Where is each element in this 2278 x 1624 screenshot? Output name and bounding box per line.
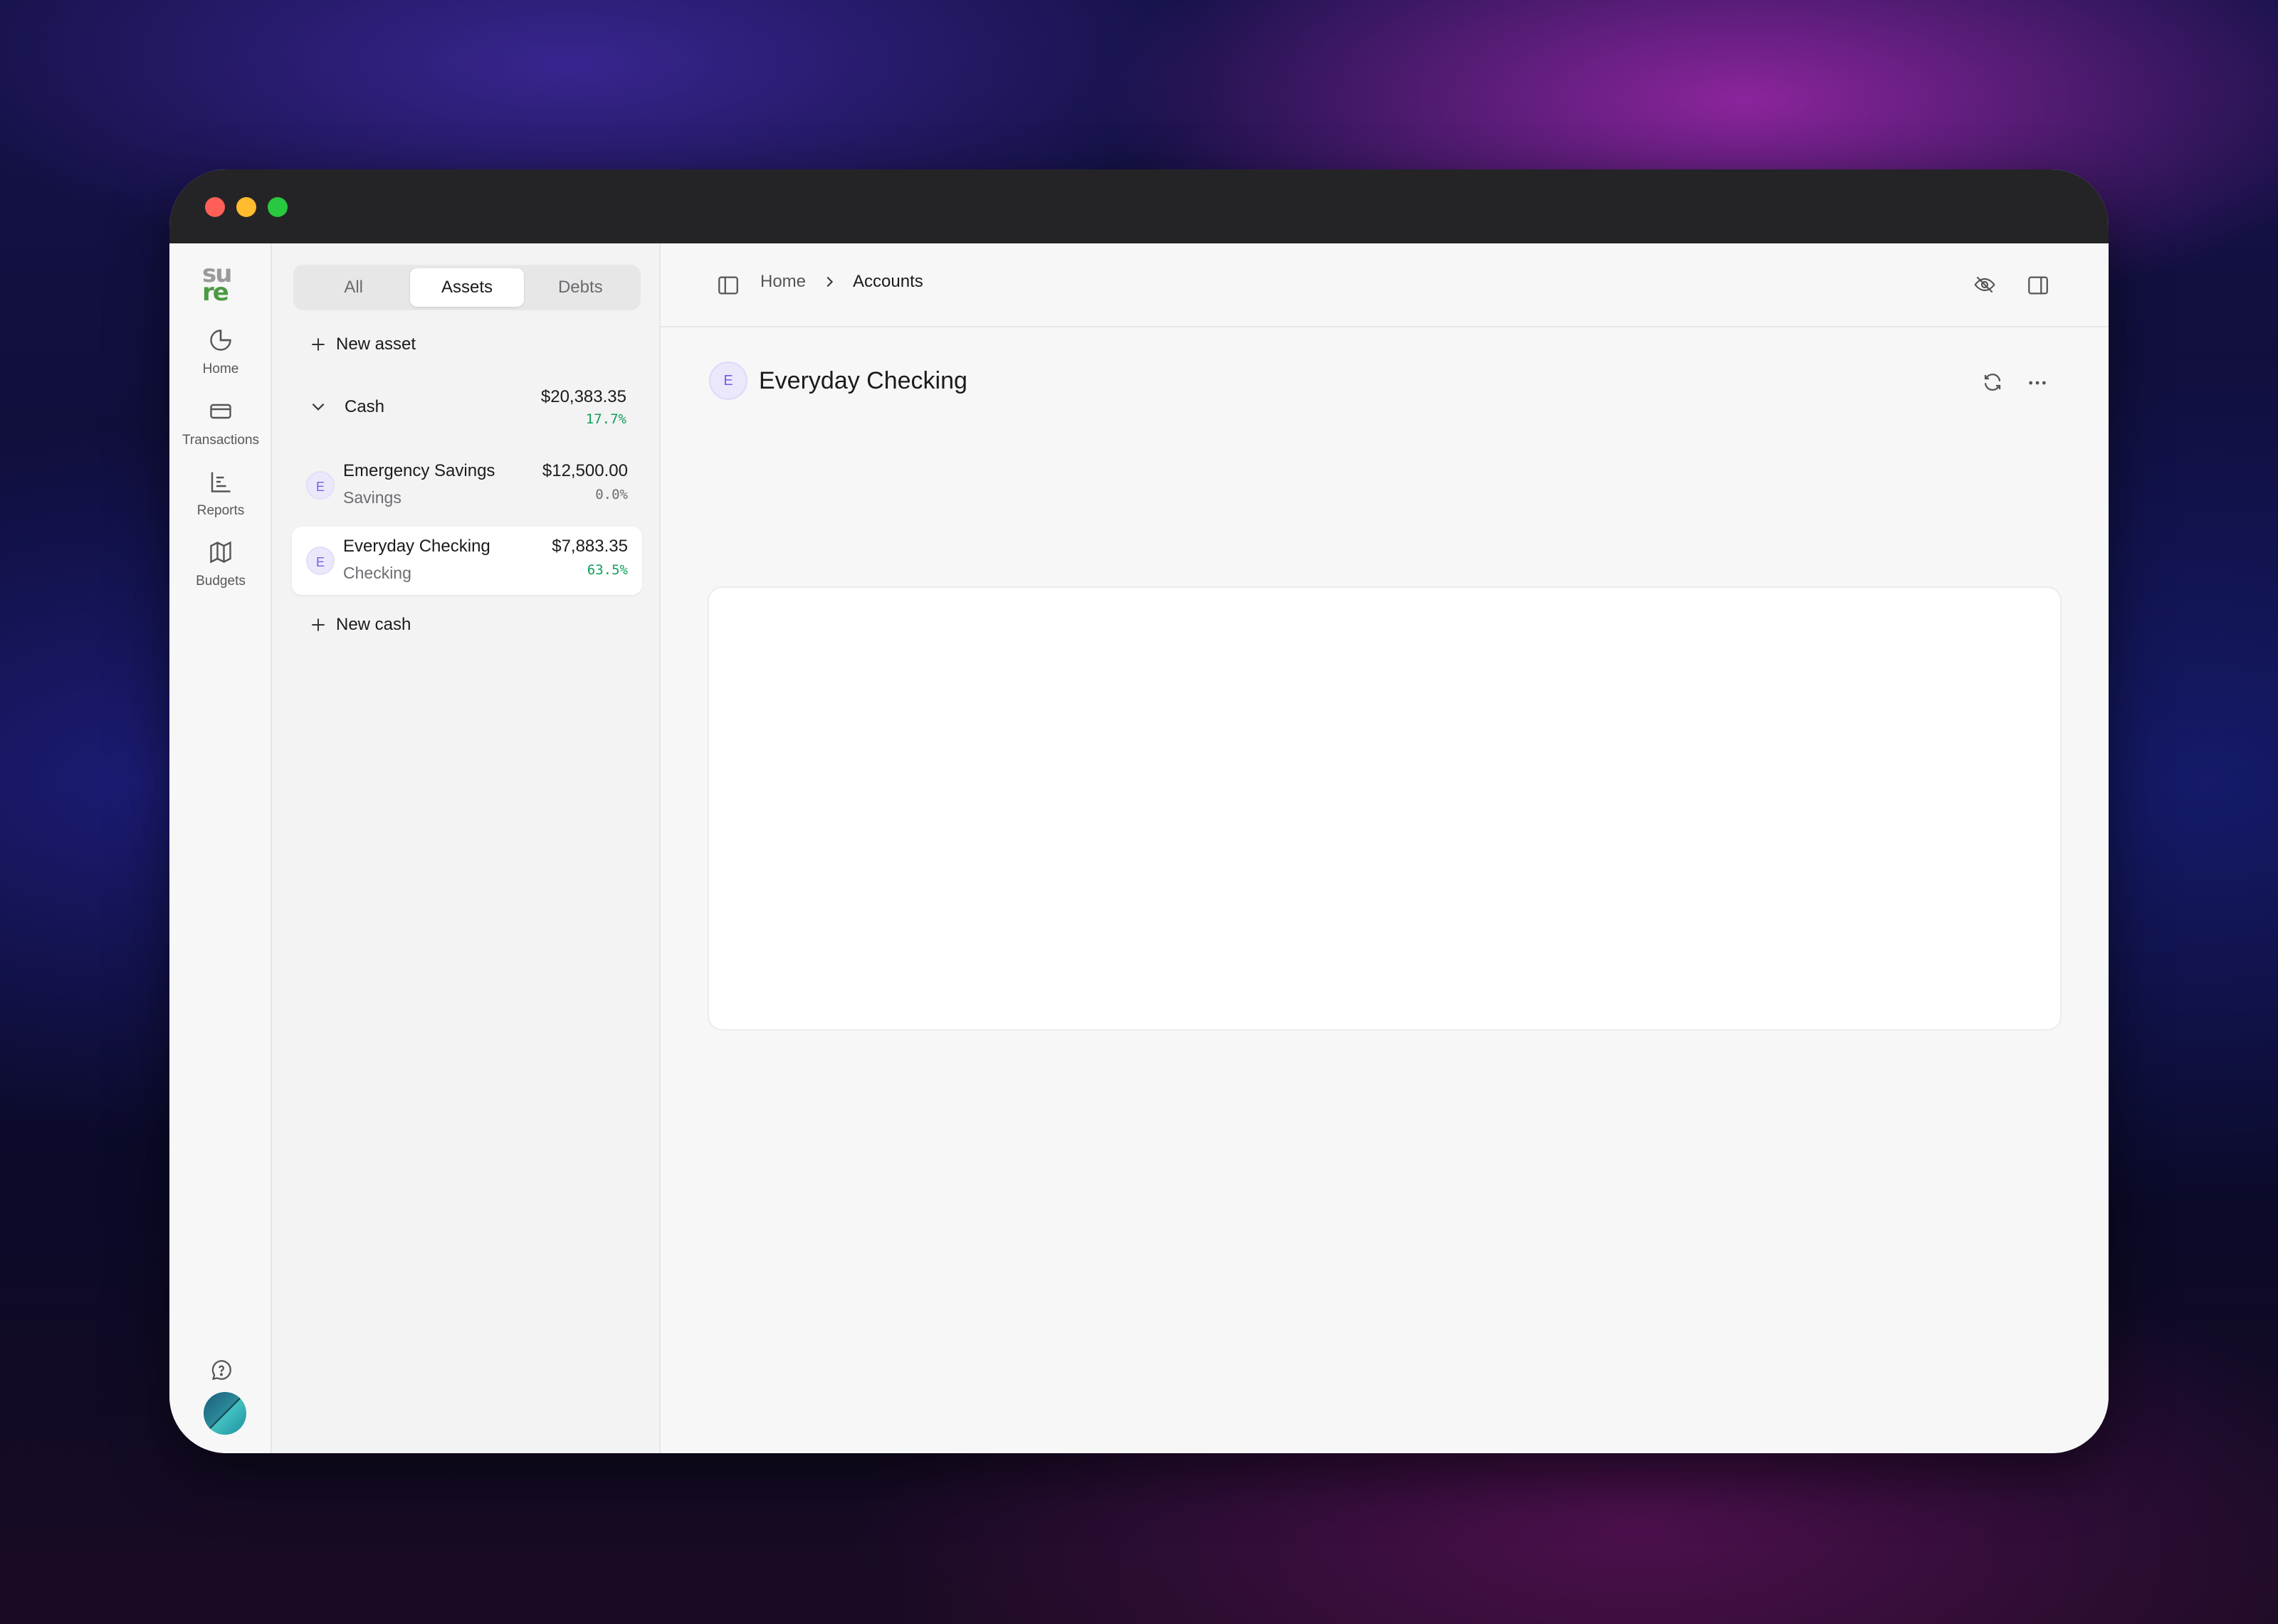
breadcrumb-current: Accounts (853, 272, 923, 291)
plus-icon (312, 338, 325, 351)
cash-group-header[interactable]: Cash $20,383.35 17.7% (293, 384, 641, 434)
account-filter-tabs: All Assets Debts (293, 265, 641, 310)
new-asset-button[interactable]: New asset (309, 334, 416, 354)
nav-reports-label: Reports (196, 503, 245, 518)
top-bar: Home Accounts (661, 243, 2109, 327)
new-cash-label: New cash (336, 615, 411, 634)
tab-debts[interactable]: Debts (524, 268, 637, 307)
account-subtype: Checking (343, 564, 411, 582)
title-bar (169, 169, 2109, 243)
account-avatar-badge: E (709, 362, 747, 400)
plus-icon (312, 618, 325, 631)
nav-home[interactable]: Home (169, 327, 272, 377)
user-avatar[interactable] (204, 1392, 246, 1435)
nav-budgets-label: Budgets (196, 574, 246, 589)
nav-rail: su re Home Transactions Reports Budgets (169, 243, 272, 1453)
account-title: Everyday Checking (759, 367, 967, 394)
chevron-down-icon (312, 403, 325, 411)
sidebar-toggle-icon[interactable] (716, 273, 740, 297)
panel-right-icon[interactable] (2026, 273, 2050, 297)
account-subtype: Savings (343, 488, 401, 507)
nav-reports[interactable]: Reports (169, 469, 272, 519)
breadcrumb: Home Accounts (760, 272, 923, 292)
tab-assets[interactable]: Assets (410, 268, 524, 307)
main-content: Home Accounts E Everyday Checking (661, 243, 2109, 1453)
credit-card-icon (210, 404, 231, 419)
account-value: $12,500.00 (542, 461, 628, 480)
close-window-button[interactable] (205, 197, 225, 217)
account-pct: 63.5% (587, 562, 628, 578)
group-pct: 17.7% (585, 411, 626, 427)
account-badge: E (306, 471, 335, 500)
more-options-icon[interactable] (2026, 371, 2049, 394)
app-window: su re Home Transactions Reports Budgets A… (169, 169, 2109, 1453)
nav-home-label: Home (202, 362, 239, 376)
account-value: $7,883.35 (552, 537, 628, 556)
new-asset-label: New asset (336, 334, 416, 354)
tab-all[interactable]: All (297, 268, 410, 307)
account-name: Emergency Savings (343, 461, 495, 480)
breadcrumb-home[interactable]: Home (760, 272, 806, 292)
account-item-everyday-checking[interactable]: E Everyday Checking Checking $7,883.35 6… (292, 527, 642, 595)
help-chat-icon[interactable] (209, 1358, 233, 1382)
refresh-icon[interactable] (1982, 371, 2003, 393)
group-total: $20,383.35 (540, 387, 626, 406)
account-item-emergency-savings[interactable]: E Emergency Savings Savings $12,500.00 0… (292, 451, 642, 520)
nav-transactions[interactable]: Transactions (169, 399, 272, 448)
balance-card (708, 586, 2062, 1030)
account-pct: 0.0% (595, 487, 628, 502)
group-name: Cash (345, 397, 385, 416)
map-icon (210, 541, 231, 564)
pie-chart-icon (210, 329, 231, 351)
nav-budgets[interactable]: Budgets (169, 539, 272, 589)
nav-transactions-label: Transactions (182, 433, 260, 448)
minimize-window-button[interactable] (236, 197, 256, 217)
chevron-right-icon (826, 276, 834, 288)
zoom-window-button[interactable] (268, 197, 288, 217)
app-logo[interactable]: su re (202, 262, 245, 305)
new-cash-button[interactable]: New cash (309, 615, 411, 635)
account-badge: E (306, 547, 335, 575)
accounts-panel: All Assets Debts New asset Cash $20,383.… (272, 243, 661, 1453)
account-name: Everyday Checking (343, 537, 490, 556)
eye-off-icon[interactable] (1973, 273, 1996, 296)
bar-chart-icon (211, 472, 231, 492)
